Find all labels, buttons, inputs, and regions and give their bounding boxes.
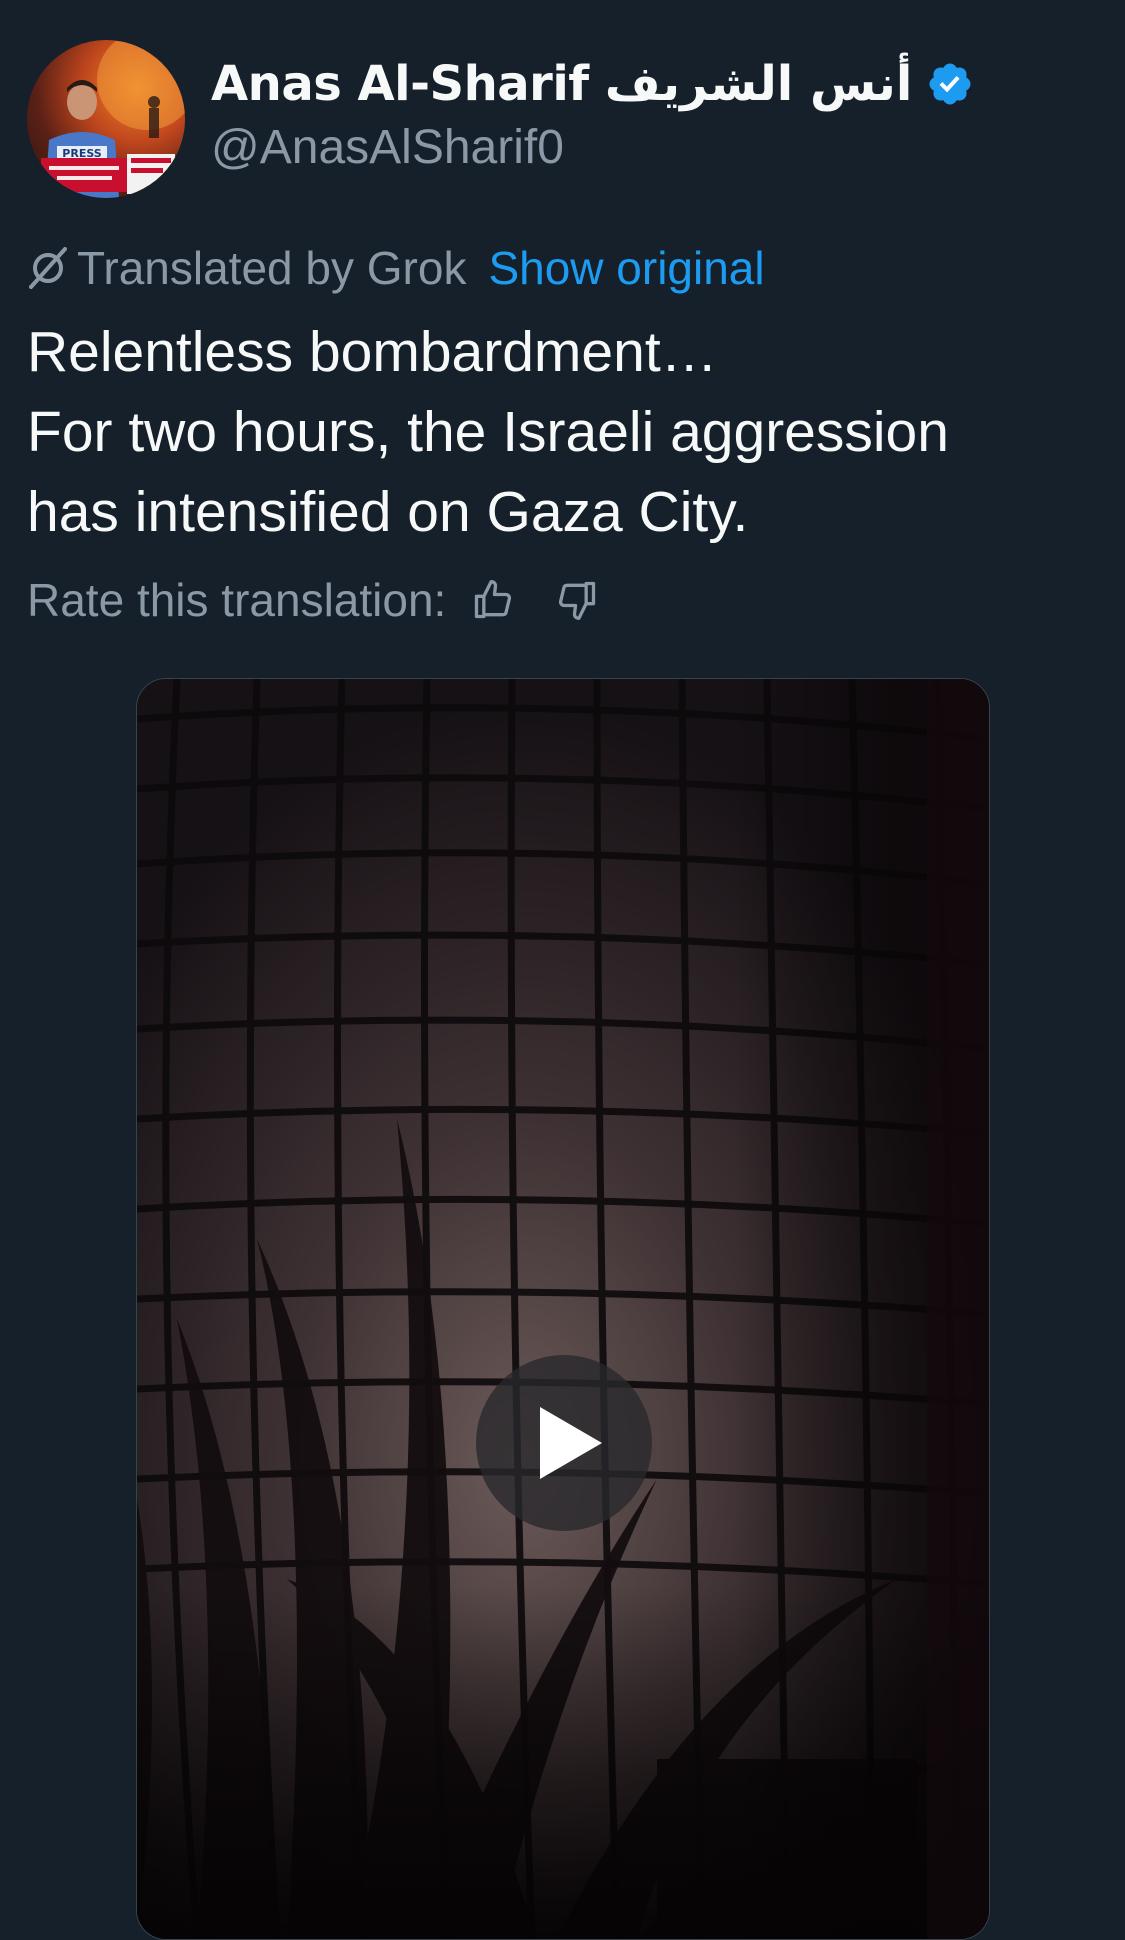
thumbs-up-button[interactable] [470, 577, 516, 623]
tweet-text-line: For two hours, the Israeli aggression [27, 400, 949, 464]
video-player[interactable] [136, 678, 990, 1940]
tweet-text-line: Relentless bombardment… [27, 320, 718, 384]
translation-bar: Translated by Grok Show original [27, 238, 765, 298]
play-button[interactable] [476, 1355, 652, 1531]
tweet-header: PRESS Anas Al-Sharif أنس الشريف @AnasAlS… [27, 40, 1097, 200]
video-thumbnail [137, 679, 989, 1939]
rate-translation-label: Rate this translation: [27, 574, 447, 626]
thumbs-down-button[interactable] [554, 577, 600, 623]
author-display-name[interactable]: Anas Al-Sharif أنس الشريف [211, 56, 913, 112]
author-handle[interactable]: @AnasAlSharif0 [211, 120, 974, 175]
play-icon [540, 1407, 602, 1479]
avatar-image: PRESS [41, 40, 185, 198]
thumbs-up-icon [475, 580, 512, 619]
grok-icon [29, 247, 67, 289]
tweet-text: Relentless bombardment… For two hours, t… [27, 312, 1087, 552]
verified-badge-icon[interactable] [926, 60, 974, 108]
translated-by-label: Translated by Grok [77, 242, 467, 294]
author-avatar[interactable]: PRESS [27, 40, 185, 198]
author-info: Anas Al-Sharif أنس الشريف @AnasAlSharif0 [211, 54, 974, 175]
display-name-row: Anas Al-Sharif أنس الشريف [211, 54, 974, 114]
rate-translation-bar: Rate this translation: [27, 570, 600, 630]
show-original-link[interactable]: Show original [488, 241, 764, 295]
thumbs-down-icon [559, 581, 596, 620]
tweet-text-line: has intensified on Gaza City. [27, 480, 749, 544]
